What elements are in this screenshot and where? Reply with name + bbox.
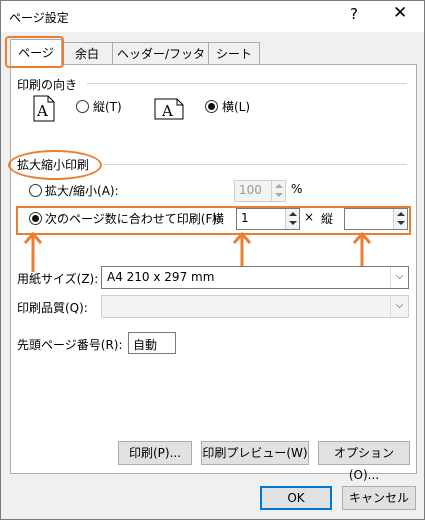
pages-wide-value: 1: [241, 211, 249, 225]
zoom-spinner[interactable]: 100: [234, 180, 286, 202]
paper-size-value: A4 210 x 297 mm: [107, 270, 215, 284]
print-quality-label: 印刷品質(Q):: [17, 301, 88, 315]
first-page-number-value: 自動: [133, 338, 158, 352]
portrait-radio[interactable]: [76, 100, 89, 113]
tab-sheet[interactable]: シート: [208, 42, 260, 65]
print-preview-button[interactable]: 印刷プレビュー(W): [201, 441, 309, 465]
paper-size-select[interactable]: A4 210 x 297 mm ⌵: [101, 266, 409, 289]
tab-page-highlight: [5, 36, 64, 68]
cancel-button[interactable]: キャンセル: [342, 486, 416, 510]
portrait-label[interactable]: 縦(T): [93, 98, 122, 115]
pages-tall-label: 縦: [321, 212, 334, 226]
zoom-value: 100: [239, 183, 262, 197]
landscape-label[interactable]: 横(L): [222, 98, 250, 115]
chevron-down-icon[interactable]: ⌵: [390, 267, 408, 288]
svg-text:A: A: [161, 102, 173, 120]
print-preview-button-label: 印刷プレビュー(W): [202, 446, 308, 460]
chevron-down-icon[interactable]: ⌵: [390, 296, 408, 317]
title-bar: ページ設定 ? ✕: [1, 1, 424, 32]
zoom-unit: %: [291, 182, 303, 196]
dialog-title: ページ設定: [9, 11, 69, 25]
zoom-spin-buttons[interactable]: [271, 181, 285, 201]
first-page-number-field[interactable]: 自動: [128, 332, 176, 354]
landscape-page-icon: A: [154, 98, 184, 120]
zoom-radio[interactable]: [29, 184, 42, 197]
tab-sheet-label: シート: [215, 47, 252, 61]
fit-to-pages-label[interactable]: 次のページ数に合わせて印刷(F):: [45, 210, 221, 227]
pages-tall-spin-buttons[interactable]: [393, 209, 407, 229]
scaling-separator: [103, 164, 407, 165]
orientation-separator: [87, 83, 407, 84]
times-sign: ×: [304, 210, 315, 224]
close-icon[interactable]: ✕: [393, 3, 407, 23]
fit-to-pages-radio[interactable]: [29, 212, 42, 225]
print-quality-select[interactable]: ⌵: [101, 295, 409, 318]
print-button-label: 印刷(P)...: [128, 446, 182, 460]
help-icon[interactable]: ?: [350, 5, 358, 23]
pages-tall-spinner[interactable]: [344, 208, 408, 230]
tab-header-footer[interactable]: ヘッダー/フッター: [112, 42, 210, 83]
svg-text:A: A: [36, 102, 48, 120]
options-button[interactable]: オプション(O)...: [318, 441, 410, 482]
scaling-section-highlight: [8, 150, 102, 180]
ok-button[interactable]: OK: [260, 486, 332, 510]
paper-size-label: 用紙サイズ(Z):: [17, 272, 99, 286]
pages-wide-spinner[interactable]: 1: [236, 208, 300, 230]
print-button[interactable]: 印刷(P)...: [118, 441, 192, 465]
tab-margins-label: 余白: [74, 47, 99, 61]
tab-margins[interactable]: 余白: [60, 42, 114, 65]
orientation-section-label: 印刷の向き: [17, 78, 78, 92]
page-setup-dialog: ページ設定 ? ✕ ページ 余白 ヘッダー/フッター シート 印刷の向き A 縦…: [0, 0, 425, 520]
ok-button-label: OK: [287, 491, 305, 505]
up-arrow-icon: [23, 231, 43, 272]
landscape-radio[interactable]: [205, 100, 218, 113]
portrait-page-icon: A: [33, 95, 55, 122]
options-button-label: オプション(O)...: [333, 446, 394, 482]
pages-wide-label: 横: [212, 212, 225, 226]
first-page-number-label: 先頭ページ番号(R):: [17, 338, 123, 352]
zoom-label[interactable]: 拡大/縮小(A):: [45, 182, 119, 199]
cancel-button-label: キャンセル: [348, 491, 409, 505]
pages-wide-spin-buttons[interactable]: [285, 209, 299, 229]
